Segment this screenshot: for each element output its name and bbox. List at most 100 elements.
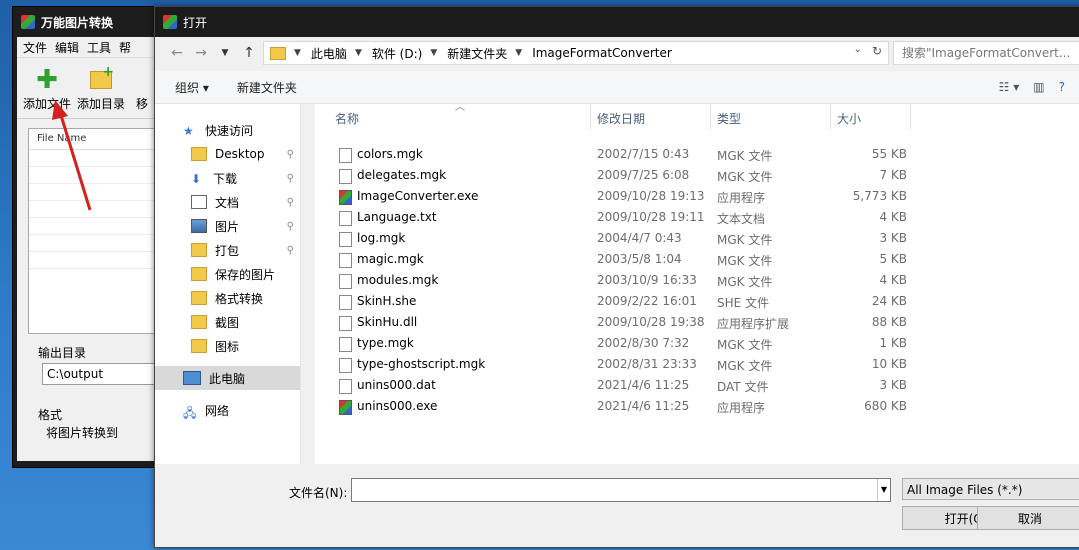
help-icon[interactable]: ?	[1059, 80, 1065, 94]
file-type: DAT 文件	[717, 380, 769, 394]
file-date: 2009/10/28 19:38	[597, 315, 705, 329]
chevron-down-icon[interactable]: ▼	[294, 48, 301, 58]
file-row[interactable]: delegates.mgk 2009/7/25 6:08 MGK 文件 7 KB	[315, 165, 1075, 186]
chevron-down-icon[interactable]: ▼	[355, 48, 362, 58]
open-dialog: 打开 ← → ▼ ↑ ▼ 此电脑 ▼ 软件 (D:) ▼ 新建文件夹 ▼ Ima…	[154, 6, 1079, 548]
refresh-icon[interactable]: ↻	[872, 44, 882, 58]
nav-item-label: 打包	[215, 243, 240, 258]
file-type: MGK 文件	[717, 338, 773, 352]
address-history-dropdown-icon[interactable]: ⌄	[854, 44, 862, 58]
view-options-icon[interactable]: ☷ ▾	[999, 80, 1020, 94]
address-bar[interactable]: ▼ 此电脑 ▼ 软件 (D:) ▼ 新建文件夹 ▼ ImageFormatCon…	[263, 41, 889, 65]
file-icon	[339, 148, 352, 163]
nav-item-8[interactable]: 截图	[155, 310, 300, 334]
column-date[interactable]: 修改日期	[591, 104, 711, 130]
folder-icon	[191, 339, 207, 353]
file-row[interactable]: unins000.dat 2021/4/6 11:25 DAT 文件 3 KB	[315, 375, 1075, 396]
column-type[interactable]: 类型	[711, 104, 831, 130]
nav-item-label: 图片	[215, 219, 240, 234]
menu-help[interactable]: 帮	[119, 39, 131, 56]
file-size: 1 KB	[879, 336, 907, 350]
file-icon	[339, 358, 352, 373]
nav-item-4[interactable]: 图片 ⚲	[155, 214, 300, 238]
search-input[interactable]: 搜索"ImageFormatConvert...	[893, 41, 1079, 65]
file-type: MGK 文件	[717, 170, 773, 184]
file-list-panel[interactable]: File Name	[28, 128, 160, 334]
file-row[interactable]: type-ghostscript.mgk 2002/8/31 23:33 MGK 文…	[315, 354, 1075, 375]
file-list: ︿ 名称 修改日期 类型 大小 colors.mgk 2002/7/15 0:43…	[315, 102, 1079, 464]
nav-item-7[interactable]: 格式转换	[155, 286, 300, 310]
nav-item-3[interactable]: 文档 ⚲	[155, 190, 300, 214]
file-row[interactable]: log.mgk 2004/4/7 0:43 MGK 文件 3 KB	[315, 228, 1075, 249]
star-icon: ★	[183, 124, 194, 138]
file-row[interactable]: unins000.exe 2021/4/6 11:25 应用程序 680 KB	[315, 396, 1075, 417]
file-size: 3 KB	[879, 231, 907, 245]
file-type: MGK 文件	[717, 149, 773, 163]
file-icon	[339, 232, 352, 247]
file-type: 应用程序	[717, 401, 766, 415]
file-row[interactable]: SkinHu.dll 2009/10/28 19:38 应用程序扩展 88 KB	[315, 312, 1075, 333]
file-name: unins000.exe	[357, 399, 438, 413]
breadcrumb-this-pc[interactable]: 此电脑	[311, 45, 347, 62]
output-dir-input[interactable]: C:\output	[42, 363, 156, 385]
breadcrumb-imageformatconverter[interactable]: ImageFormatConverter	[532, 46, 672, 60]
pin-icon: ⚲	[286, 172, 294, 184]
file-date: 2021/4/6 11:25	[597, 399, 690, 413]
file-name: magic.mgk	[357, 252, 424, 266]
pin-icon: ⚲	[286, 148, 294, 160]
forward-arrow-icon[interactable]: →	[189, 45, 213, 61]
file-row[interactable]: colors.mgk 2002/7/15 0:43 MGK 文件 55 KB	[315, 144, 1075, 165]
add-file-button[interactable]: ✚ 添加文件	[23, 67, 71, 112]
preview-pane-icon[interactable]: ▥	[1033, 80, 1044, 94]
column-size[interactable]: 大小	[831, 104, 911, 130]
menu-file[interactable]: 文件	[23, 39, 47, 56]
nav-item-1[interactable]: Desktop ⚲	[155, 142, 300, 166]
file-name-column-header[interactable]: File Name	[29, 129, 159, 150]
new-folder-button[interactable]: 新建文件夹	[237, 79, 297, 96]
file-row[interactable]: type.mgk 2002/8/30 7:32 MGK 文件 1 KB	[315, 333, 1075, 354]
up-arrow-icon[interactable]: ↑	[237, 45, 261, 61]
add-dir-button[interactable]: 添加目录	[77, 64, 125, 112]
file-row[interactable]: magic.mgk 2003/5/8 1:04 MGK 文件 5 KB	[315, 249, 1075, 270]
file-size: 24 KB	[871, 294, 907, 308]
file-row[interactable]: ImageConverter.exe 2009/10/28 19:13 应用程序 5,…	[315, 186, 1075, 207]
pin-icon: ⚲	[286, 220, 294, 232]
more-button[interactable]: 移	[131, 69, 153, 112]
bg-app-title: 万能图片转换	[41, 15, 114, 30]
file-row[interactable]: modules.mgk 2003/10/9 16:33 MGK 文件 4 KB	[315, 270, 1075, 291]
chevron-down-icon[interactable]: ▼	[430, 48, 437, 58]
file-size: 4 KB	[879, 210, 907, 224]
nav-item-2[interactable]: ⬇ 下载 ⚲	[155, 166, 300, 190]
file-row[interactable]: Language.txt 2009/10/28 19:11 文本文档 4 KB	[315, 207, 1075, 228]
nav-item-0[interactable]: ★ 快速访问	[155, 118, 300, 142]
address-row: ← → ▼ ↑ ▼ 此电脑 ▼ 软件 (D:) ▼ 新建文件夹 ▼ ImageF…	[155, 37, 1079, 69]
cancel-button[interactable]: 取消	[977, 506, 1079, 530]
exe-icon	[339, 400, 352, 415]
recent-dropdown-icon[interactable]: ▼	[213, 48, 237, 58]
nav-item-9[interactable]: 图标	[155, 334, 300, 358]
breadcrumb-new-folder[interactable]: 新建文件夹	[447, 45, 507, 62]
nav-item-label: 截图	[215, 315, 240, 330]
nav-item-5[interactable]: 打包 ⚲	[155, 238, 300, 262]
file-type: SHE 文件	[717, 296, 770, 310]
document-icon	[191, 195, 207, 209]
chevron-down-icon[interactable]: ▼	[877, 479, 890, 501]
file-size: 55 KB	[871, 147, 907, 161]
folder-icon	[191, 291, 207, 305]
file-date: 2009/10/28 19:13	[597, 189, 705, 203]
menu-tools[interactable]: 工具	[87, 39, 111, 56]
organize-button[interactable]: 组织 ▾	[175, 79, 209, 96]
nav-item-10[interactable]: 此电脑	[155, 366, 300, 390]
chevron-down-icon[interactable]: ▼	[515, 48, 522, 58]
column-name[interactable]: 名称	[329, 104, 591, 130]
menu-edit[interactable]: 编辑	[55, 39, 79, 56]
back-arrow-icon[interactable]: ←	[165, 45, 189, 61]
file-type: MGK 文件	[717, 275, 773, 289]
file-row[interactable]: SkinH.she 2009/2/22 16:01 SHE 文件 24 KB	[315, 291, 1075, 312]
filetype-select[interactable]: All Image Files (*.*)	[902, 478, 1079, 500]
file-date: 2021/4/6 11:25	[597, 378, 690, 392]
nav-item-6[interactable]: 保存的图片	[155, 262, 300, 286]
filename-input[interactable]: ▼	[351, 478, 891, 502]
breadcrumb-drive-d[interactable]: 软件 (D:)	[372, 45, 422, 62]
nav-item-11[interactable]: 🖧 网络	[155, 398, 300, 422]
